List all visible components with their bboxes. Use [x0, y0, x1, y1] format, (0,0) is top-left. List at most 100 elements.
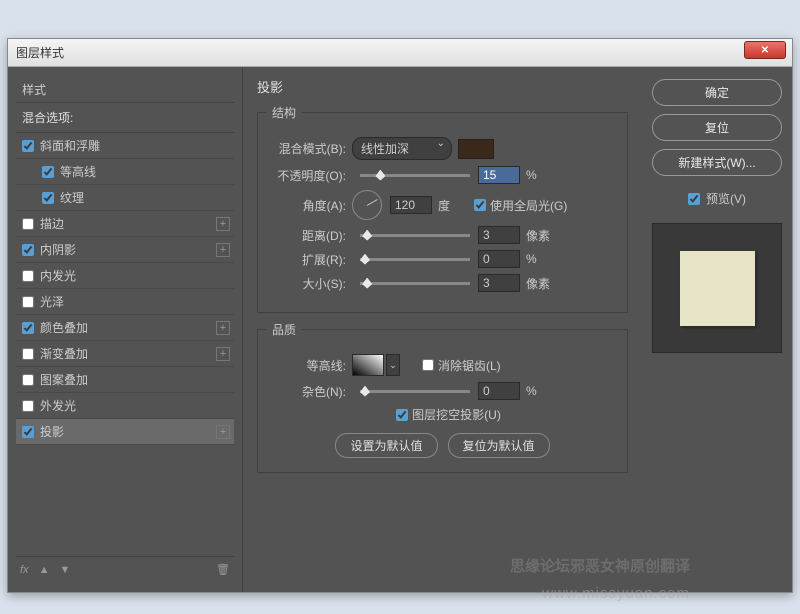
- style-item[interactable]: 等高线: [16, 159, 234, 185]
- add-icon[interactable]: +: [216, 321, 230, 335]
- knockout-label: 图层挖空投影(U): [412, 406, 501, 423]
- shadow-color-swatch[interactable]: [458, 139, 494, 159]
- size-unit: 像素: [526, 275, 550, 292]
- preview-label: 预览(V): [706, 190, 746, 207]
- style-item[interactable]: 投影 +: [16, 419, 234, 445]
- antialias-input[interactable]: [422, 359, 434, 371]
- global-light-checkbox[interactable]: 使用全局光(G): [474, 197, 567, 214]
- blend-options-header[interactable]: 混合选项:: [16, 103, 234, 133]
- reset-button[interactable]: 复位: [652, 114, 782, 141]
- style-item[interactable]: 光泽: [16, 289, 234, 315]
- distance-slider[interactable]: [360, 234, 470, 237]
- size-row: 大小(S): 像素: [272, 274, 613, 292]
- angle-label: 角度(A):: [272, 197, 352, 214]
- style-checkbox[interactable]: [22, 374, 34, 386]
- spread-unit: %: [526, 252, 550, 266]
- style-item[interactable]: 描边 +: [16, 211, 234, 237]
- style-label: 内发光: [40, 267, 76, 284]
- panel-title: 投影: [257, 75, 628, 104]
- spread-label: 扩展(R):: [272, 251, 352, 268]
- angle-wheel[interactable]: [352, 190, 382, 220]
- knockout-checkbox[interactable]: 图层挖空投影(U): [396, 406, 501, 423]
- antialias-checkbox[interactable]: 消除锯齿(L): [422, 357, 501, 374]
- contour-dropdown-icon[interactable]: ⌄: [386, 354, 400, 376]
- preview-checkbox[interactable]: 预览(V): [688, 190, 746, 207]
- style-label: 投影: [40, 423, 64, 440]
- spread-slider[interactable]: [360, 258, 470, 261]
- style-checkbox[interactable]: [22, 296, 34, 308]
- add-icon[interactable]: +: [216, 425, 230, 439]
- style-label: 内阴影: [40, 241, 76, 258]
- distance-label: 距离(D):: [272, 227, 352, 244]
- styles-header: 样式: [16, 77, 234, 103]
- trash-icon[interactable]: 🗑: [216, 563, 230, 576]
- noise-input[interactable]: [478, 382, 520, 400]
- antialias-label: 消除锯齿(L): [438, 357, 501, 374]
- spread-row: 扩展(R): %: [272, 250, 613, 268]
- contour-preview[interactable]: [352, 354, 384, 376]
- new-style-button[interactable]: 新建样式(W)...: [652, 149, 782, 176]
- knockout-row: 图层挖空投影(U): [272, 406, 613, 423]
- style-item[interactable]: 斜面和浮雕: [16, 133, 234, 159]
- size-slider[interactable]: [360, 282, 470, 285]
- style-checkbox[interactable]: [22, 322, 34, 334]
- opacity-input[interactable]: [478, 166, 520, 184]
- angle-input[interactable]: [390, 196, 432, 214]
- styles-bottom-bar: fx ▲ ▼ 🗑: [16, 556, 234, 582]
- style-item[interactable]: 颜色叠加+: [16, 315, 234, 341]
- style-checkbox[interactable]: [22, 244, 34, 256]
- down-icon[interactable]: ▼: [59, 564, 70, 576]
- opacity-slider[interactable]: [360, 174, 470, 177]
- distance-unit: 像素: [526, 227, 550, 244]
- style-item[interactable]: 图案叠加: [16, 367, 234, 393]
- style-item[interactable]: 渐变叠加 +: [16, 341, 234, 367]
- style-item[interactable]: 外发光: [16, 393, 234, 419]
- knockout-input[interactable]: [396, 409, 408, 421]
- set-default-button[interactable]: 设置为默认值: [335, 433, 437, 458]
- titlebar[interactable]: 图层样式 ✕: [8, 39, 792, 67]
- style-label: 描边: [40, 215, 64, 232]
- reset-default-button[interactable]: 复位为默认值: [448, 433, 550, 458]
- structure-fieldset: 结构 混合模式(B): 线性加深 不透明度(O): % 角度(A):: [257, 104, 628, 313]
- angle-row: 角度(A): 度 使用全局光(G): [272, 190, 613, 220]
- contour-label: 等高线:: [272, 357, 352, 374]
- opacity-label: 不透明度(O):: [272, 167, 352, 184]
- style-checkbox[interactable]: [22, 140, 34, 152]
- style-label: 等高线: [60, 163, 96, 180]
- style-checkbox[interactable]: [42, 166, 54, 178]
- opacity-row: 不透明度(O): %: [272, 166, 613, 184]
- noise-slider[interactable]: [360, 390, 470, 393]
- add-icon[interactable]: +: [216, 347, 230, 361]
- fx-icon[interactable]: fx: [20, 564, 29, 576]
- style-checkbox[interactable]: [22, 218, 34, 230]
- preview-swatch: [680, 251, 755, 326]
- style-label: 光泽: [40, 293, 64, 310]
- noise-label: 杂色(N):: [272, 383, 352, 400]
- add-icon[interactable]: +: [216, 243, 230, 257]
- layer-style-dialog: 图层样式 ✕ 样式 混合选项: 斜面和浮雕等高线纹理描边 + 内阴影 + 内发光光泽颜色…: [7, 38, 793, 593]
- style-label: 渐变叠加: [40, 345, 88, 362]
- style-checkbox[interactable]: [22, 348, 34, 360]
- style-checkbox[interactable]: [22, 270, 34, 282]
- preview-input[interactable]: [688, 193, 700, 205]
- angle-unit: 度: [438, 197, 462, 214]
- size-input[interactable]: [478, 274, 520, 292]
- style-label: 图案叠加: [40, 371, 88, 388]
- style-item[interactable]: 内阴影 +: [16, 237, 234, 263]
- add-icon[interactable]: +: [216, 217, 230, 231]
- style-label: 外发光: [40, 397, 76, 414]
- window-title: 图层样式: [16, 44, 64, 61]
- distance-input[interactable]: [478, 226, 520, 244]
- style-checkbox[interactable]: [22, 400, 34, 412]
- style-item[interactable]: 纹理: [16, 185, 234, 211]
- close-button[interactable]: ✕: [744, 41, 786, 59]
- spread-input[interactable]: [478, 250, 520, 268]
- ok-button[interactable]: 确定: [652, 79, 782, 106]
- style-checkbox[interactable]: [42, 192, 54, 204]
- style-checkbox[interactable]: [22, 426, 34, 438]
- style-item[interactable]: 内发光: [16, 263, 234, 289]
- blend-mode-dropdown[interactable]: 线性加深: [352, 137, 452, 160]
- contour-row: 等高线: ⌄ 消除锯齿(L): [272, 354, 613, 376]
- up-icon[interactable]: ▲: [39, 564, 50, 576]
- global-light-input[interactable]: [474, 199, 486, 211]
